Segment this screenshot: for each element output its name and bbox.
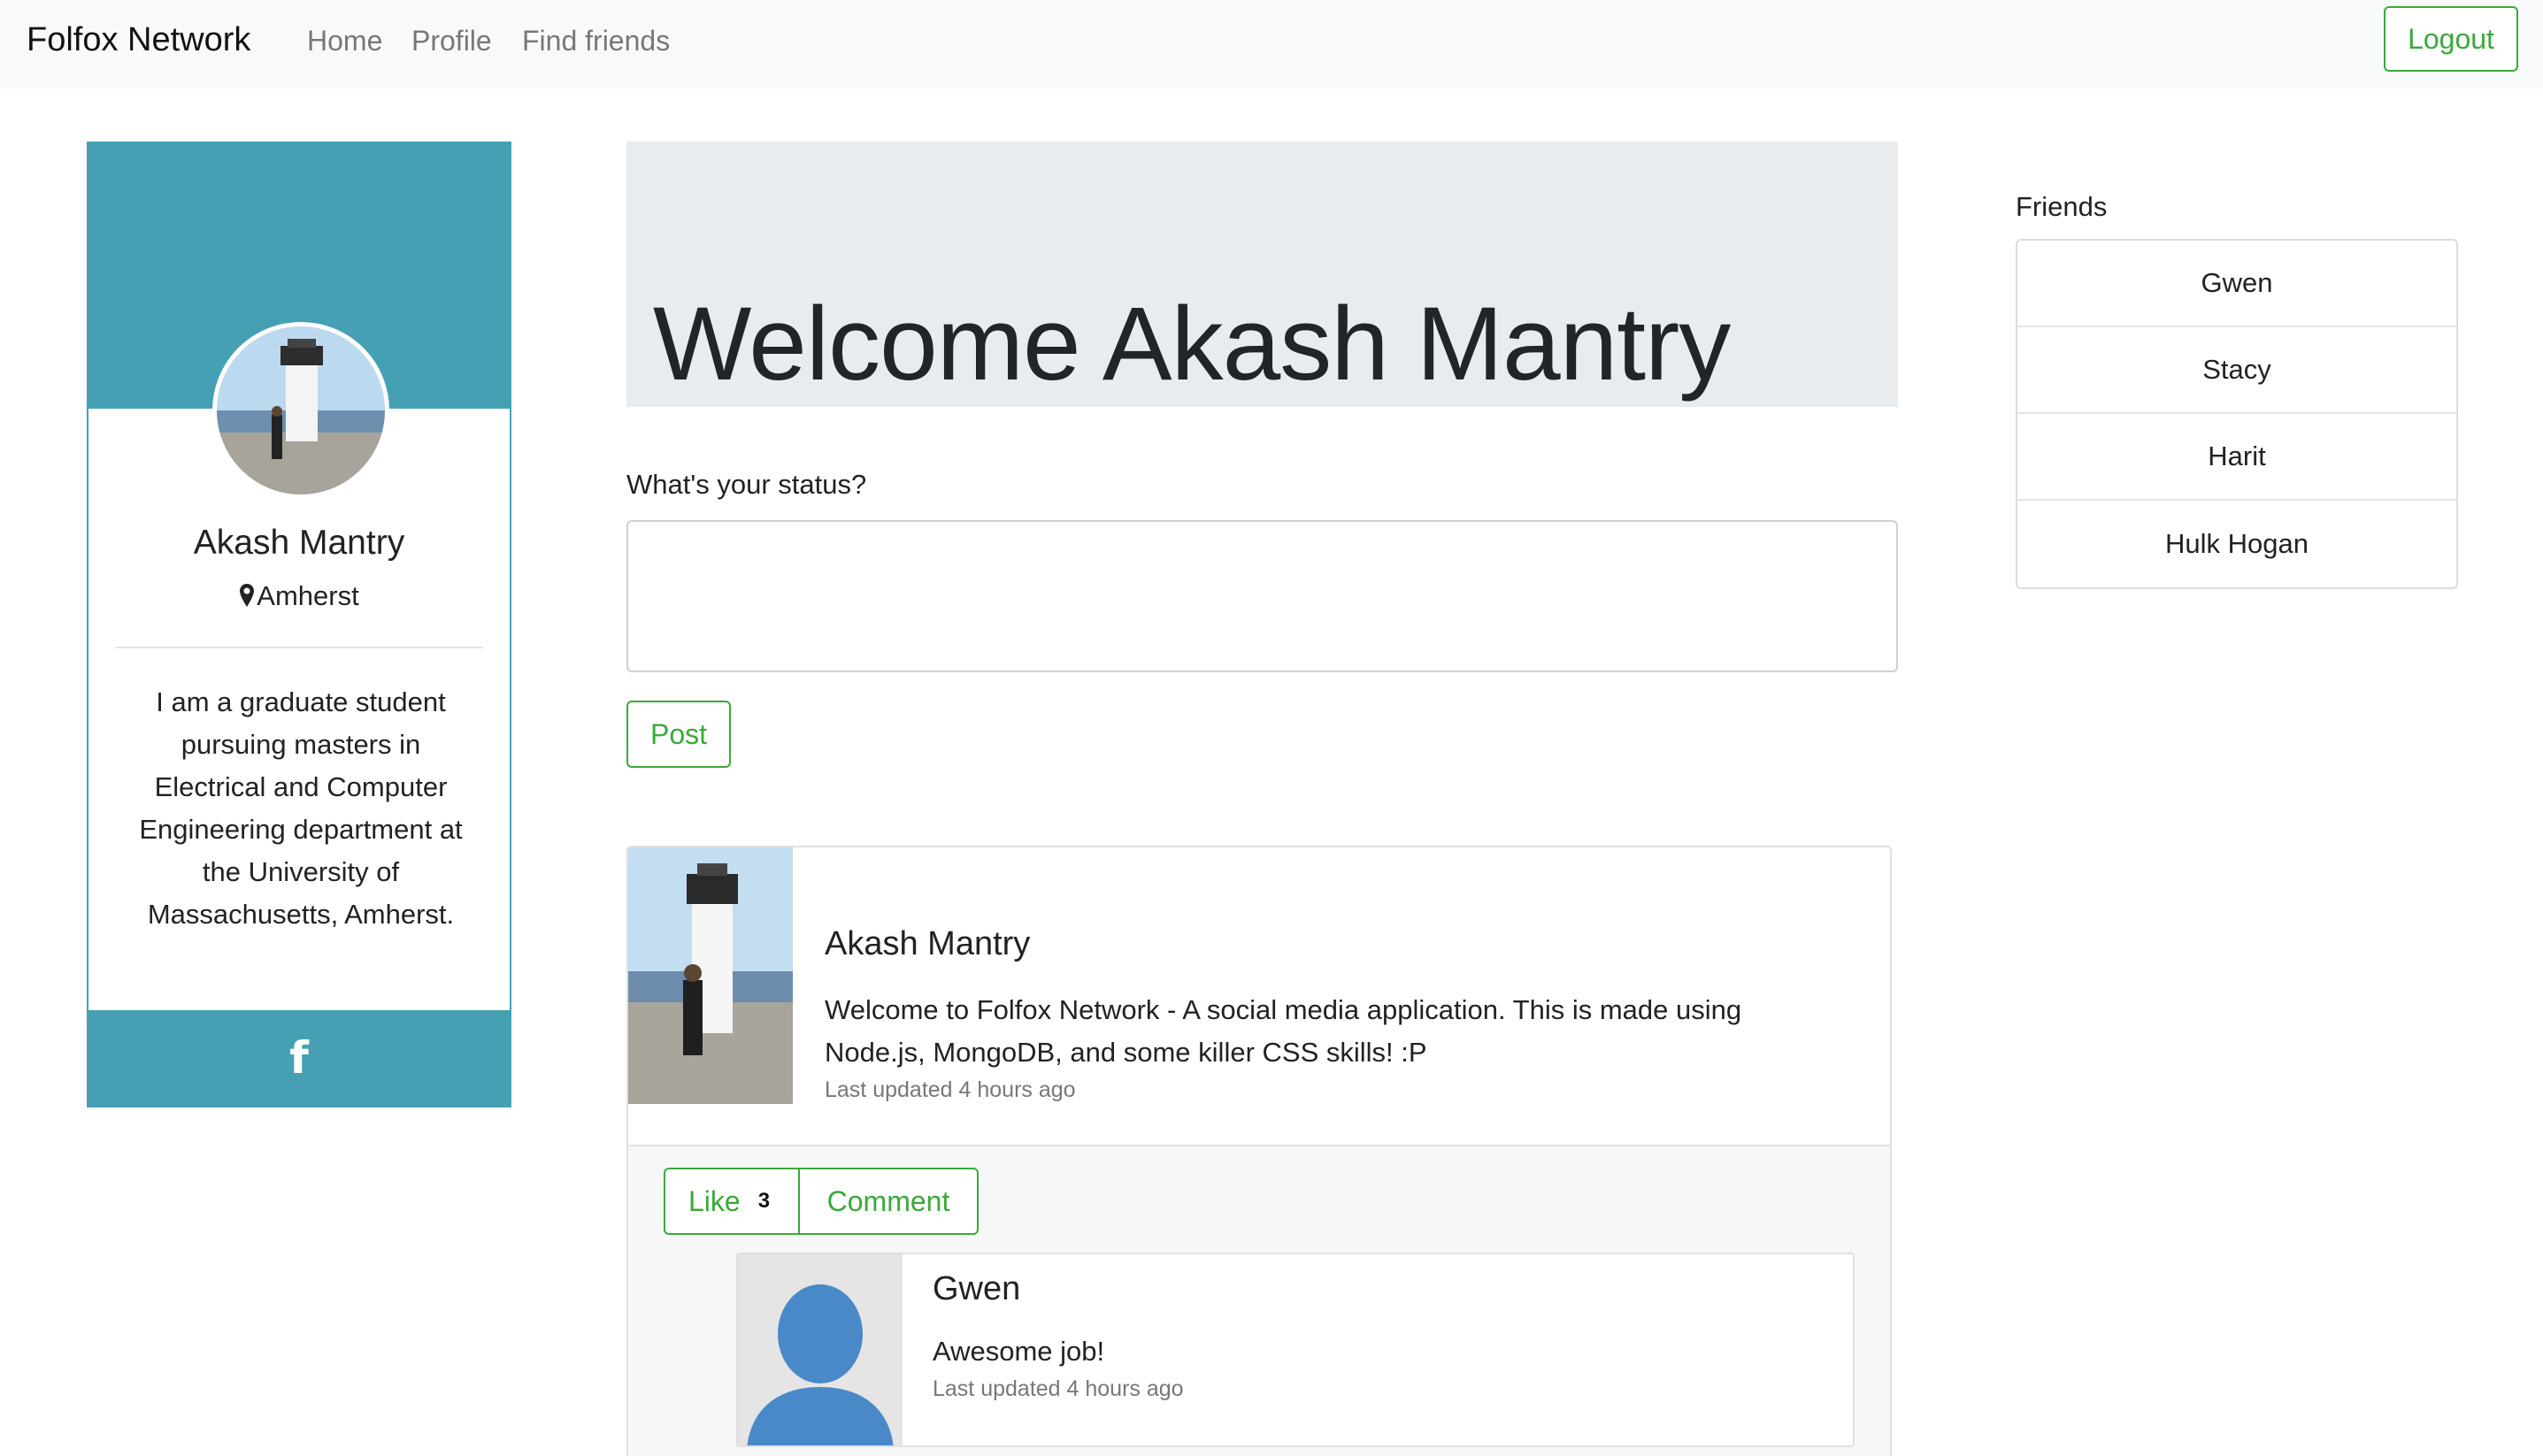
comment-timestamp: Last updated 4 hours ago <box>933 1376 1184 1401</box>
nav-profile-link[interactable]: Profile <box>411 25 492 57</box>
post-button[interactable]: Post <box>626 701 731 768</box>
profile-location-text: Amherst <box>257 580 359 611</box>
comment-card: Gwen Awesome job! Last updated 4 hours a… <box>736 1253 1855 1447</box>
friend-item-harit[interactable]: Harit <box>2017 414 2456 501</box>
brand-logo[interactable]: Folfox Network <box>27 21 250 59</box>
friends-title: Friends <box>2016 191 2108 222</box>
default-user-avatar-icon <box>738 1254 903 1445</box>
profile-avatar <box>212 322 389 499</box>
nav-find-friends-link[interactable]: Find friends <box>522 25 670 57</box>
comment-author: Gwen <box>933 1270 1021 1307</box>
post-body: Welcome to Folfox Network - A social med… <box>825 994 1742 1068</box>
post-author: Akash Mantry <box>825 925 1031 962</box>
like-button[interactable]: Like 3 <box>664 1168 800 1235</box>
like-label: Like <box>688 1184 741 1217</box>
logout-button[interactable]: Logout <box>2384 6 2518 72</box>
status-input[interactable] <box>626 520 1898 672</box>
like-count-badge: 3 <box>757 1189 771 1213</box>
status-label: What's your status? <box>626 469 867 500</box>
top-navbar: Folfox Network Home Profile Find friends… <box>0 0 2543 88</box>
post-author-photo <box>628 847 793 1104</box>
friend-item-gwen[interactable]: Gwen <box>2017 241 2456 327</box>
profile-bio: I am a graduate student pursuing masters… <box>139 686 463 930</box>
comment-text: Awesome job! <box>933 1336 1105 1367</box>
post-timestamp: Last updated 4 hours ago <box>825 1077 1076 1102</box>
profile-card: Akash Mantry Amherst I am a graduate stu… <box>87 142 511 1107</box>
comment-button[interactable]: Comment <box>798 1168 979 1235</box>
profile-footer: f <box>88 1010 510 1106</box>
welcome-heading: Welcome Akash Mantry <box>653 286 1731 402</box>
friend-item-hulk-hogan[interactable]: Hulk Hogan <box>2017 501 2456 587</box>
friends-list: Gwen Stacy Harit Hulk Hogan <box>2016 239 2458 589</box>
post-card: Akash Mantry Welcome to Folfox Network -… <box>626 846 1892 1456</box>
profile-divider <box>115 647 483 648</box>
profile-location: Amherst <box>88 580 510 612</box>
facebook-icon[interactable]: f <box>289 1032 309 1084</box>
profile-name: Akash Mantry <box>193 524 405 562</box>
friend-item-stacy[interactable]: Stacy <box>2017 327 2456 414</box>
post-actions: Like 3 Comment Gwen Awesome job! Last up… <box>628 1145 1890 1456</box>
map-pin-icon <box>240 584 255 607</box>
welcome-jumbotron: Welcome Akash Mantry <box>626 142 1898 407</box>
nav-home-link[interactable]: Home <box>307 25 382 57</box>
